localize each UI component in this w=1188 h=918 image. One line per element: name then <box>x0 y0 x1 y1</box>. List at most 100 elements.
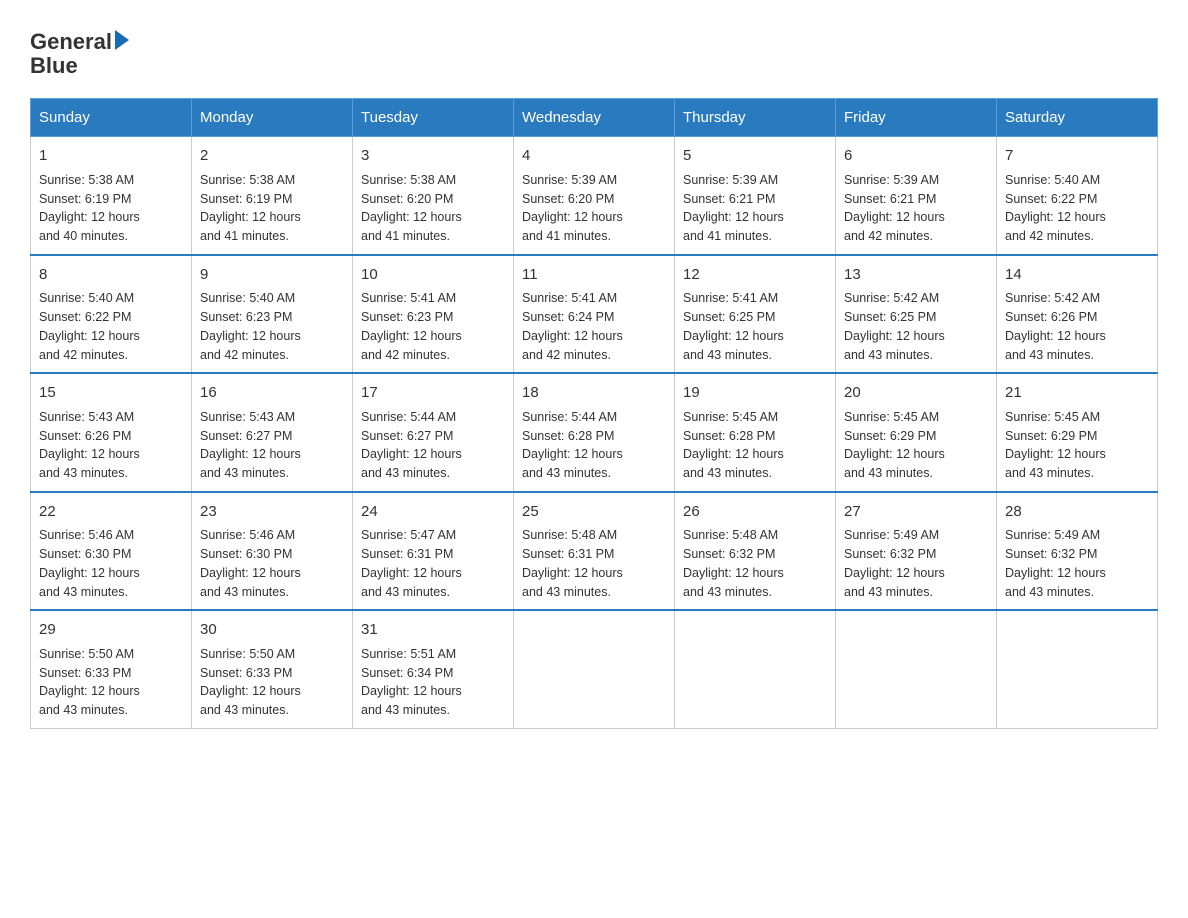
calendar-cell: 18Sunrise: 5:44 AMSunset: 6:28 PMDayligh… <box>514 373 675 492</box>
day-number: 23 <box>200 501 344 524</box>
day-number: 15 <box>39 382 183 405</box>
daylight-minutes: and 42 minutes. <box>39 348 128 362</box>
logo-arrow-icon <box>115 30 129 50</box>
week-row-1: 1Sunrise: 5:38 AMSunset: 6:19 PMDaylight… <box>31 137 1158 255</box>
sunrise-label: Sunrise: 5:38 AM <box>361 173 456 187</box>
calendar-cell <box>514 610 675 728</box>
day-number: 7 <box>1005 145 1149 168</box>
sunrise-label: Sunrise: 5:40 AM <box>39 291 134 305</box>
day-number: 25 <box>522 501 666 524</box>
daylight-label: Daylight: 12 hours <box>1005 210 1106 224</box>
calendar-cell: 10Sunrise: 5:41 AMSunset: 6:23 PMDayligh… <box>353 255 514 374</box>
calendar-cell: 4Sunrise: 5:39 AMSunset: 6:20 PMDaylight… <box>514 137 675 255</box>
daylight-minutes: and 43 minutes. <box>39 703 128 717</box>
sunrise-label: Sunrise: 5:50 AM <box>200 647 295 661</box>
daylight-minutes: and 43 minutes. <box>39 585 128 599</box>
daylight-minutes: and 43 minutes. <box>1005 348 1094 362</box>
sunrise-label: Sunrise: 5:48 AM <box>522 528 617 542</box>
calendar-cell: 21Sunrise: 5:45 AMSunset: 6:29 PMDayligh… <box>997 373 1158 492</box>
sunset-label: Sunset: 6:32 PM <box>1005 547 1097 561</box>
sunrise-label: Sunrise: 5:49 AM <box>844 528 939 542</box>
sunset-label: Sunset: 6:20 PM <box>361 192 453 206</box>
sunset-label: Sunset: 6:26 PM <box>39 429 131 443</box>
calendar-cell: 16Sunrise: 5:43 AMSunset: 6:27 PMDayligh… <box>192 373 353 492</box>
day-number: 19 <box>683 382 827 405</box>
daylight-minutes: and 43 minutes. <box>361 466 450 480</box>
sunset-label: Sunset: 6:33 PM <box>200 666 292 680</box>
sunrise-label: Sunrise: 5:46 AM <box>200 528 295 542</box>
sunset-label: Sunset: 6:21 PM <box>683 192 775 206</box>
day-number: 31 <box>361 619 505 642</box>
calendar-cell: 13Sunrise: 5:42 AMSunset: 6:25 PMDayligh… <box>836 255 997 374</box>
day-number: 3 <box>361 145 505 168</box>
sunset-label: Sunset: 6:28 PM <box>522 429 614 443</box>
sunrise-label: Sunrise: 5:44 AM <box>522 410 617 424</box>
daylight-minutes: and 43 minutes. <box>683 348 772 362</box>
week-row-2: 8 Sunrise: 5:40 AM Sunset: 6:22 PM Daylight… <box>31 255 1158 374</box>
calendar-cell: 1Sunrise: 5:38 AMSunset: 6:19 PMDaylight… <box>31 137 192 255</box>
daylight-label: Daylight: 12 hours <box>39 329 140 343</box>
day-number: 30 <box>200 619 344 642</box>
day-number: 1 <box>39 145 183 168</box>
calendar-header-row: SundayMondayTuesdayWednesdayThursdayFrid… <box>31 99 1158 137</box>
sunset-label: Sunset: 6:23 PM <box>200 310 292 324</box>
daylight-label: Daylight: 12 hours <box>39 566 140 580</box>
day-number: 8 <box>39 264 183 287</box>
day-header-tuesday: Tuesday <box>353 99 514 137</box>
day-number: 9 <box>200 264 344 287</box>
calendar-cell: 7Sunrise: 5:40 AMSunset: 6:22 PMDaylight… <box>997 137 1158 255</box>
daylight-label: Daylight: 12 hours <box>1005 447 1106 461</box>
daylight-minutes: and 43 minutes. <box>200 466 289 480</box>
calendar-cell: 26Sunrise: 5:48 AMSunset: 6:32 PMDayligh… <box>675 492 836 611</box>
daylight-minutes: and 42 minutes. <box>844 229 933 243</box>
daylight-label: Daylight: 12 hours <box>200 566 301 580</box>
sunrise-label: Sunrise: 5:45 AM <box>1005 410 1100 424</box>
calendar-cell: 27Sunrise: 5:49 AMSunset: 6:32 PMDayligh… <box>836 492 997 611</box>
sunrise-label: Sunrise: 5:47 AM <box>361 528 456 542</box>
daylight-label: Daylight: 12 hours <box>39 210 140 224</box>
daylight-minutes: and 41 minutes. <box>361 229 450 243</box>
day-number: 13 <box>844 264 988 287</box>
sunrise-label: Sunrise: 5:40 AM <box>200 291 295 305</box>
calendar-cell: 9Sunrise: 5:40 AMSunset: 6:23 PMDaylight… <box>192 255 353 374</box>
calendar-cell: 29Sunrise: 5:50 AMSunset: 6:33 PMDayligh… <box>31 610 192 728</box>
sunset-label: Sunset: 6:31 PM <box>361 547 453 561</box>
daylight-label: Daylight: 12 hours <box>200 684 301 698</box>
sunrise-label: Sunrise: 5:45 AM <box>683 410 778 424</box>
day-number: 26 <box>683 501 827 524</box>
daylight-label: Daylight: 12 hours <box>522 329 623 343</box>
sunrise-label: Sunrise: 5:50 AM <box>39 647 134 661</box>
day-header-saturday: Saturday <box>997 99 1158 137</box>
sunset-label: Sunset: 6:34 PM <box>361 666 453 680</box>
day-number: 4 <box>522 145 666 168</box>
sunrise-label: Sunrise: 5:45 AM <box>844 410 939 424</box>
daylight-minutes: and 43 minutes. <box>200 703 289 717</box>
calendar-cell: 25Sunrise: 5:48 AMSunset: 6:31 PMDayligh… <box>514 492 675 611</box>
calendar-cell: 5Sunrise: 5:39 AMSunset: 6:21 PMDaylight… <box>675 137 836 255</box>
page-header: General Blue <box>30 30 1158 78</box>
day-number: 6 <box>844 145 988 168</box>
sunrise-label: Sunrise: 5:49 AM <box>1005 528 1100 542</box>
sunset-label: Sunset: 6:22 PM <box>39 310 131 324</box>
calendar-cell: 11Sunrise: 5:41 AMSunset: 6:24 PMDayligh… <box>514 255 675 374</box>
sunrise-label: Sunrise: 5:42 AM <box>1005 291 1100 305</box>
daylight-minutes: and 43 minutes. <box>361 703 450 717</box>
day-number: 12 <box>683 264 827 287</box>
daylight-minutes: and 43 minutes. <box>1005 466 1094 480</box>
sunset-label: Sunset: 6:27 PM <box>361 429 453 443</box>
sunrise-label: Sunrise: 5:41 AM <box>683 291 778 305</box>
sunrise-label: Sunrise: 5:38 AM <box>39 173 134 187</box>
sunset-label: Sunset: 6:28 PM <box>683 429 775 443</box>
daylight-label: Daylight: 12 hours <box>361 210 462 224</box>
day-number: 17 <box>361 382 505 405</box>
calendar-cell: 15Sunrise: 5:43 AMSunset: 6:26 PMDayligh… <box>31 373 192 492</box>
sunset-label: Sunset: 6:23 PM <box>361 310 453 324</box>
daylight-label: Daylight: 12 hours <box>844 566 945 580</box>
day-number: 18 <box>522 382 666 405</box>
daylight-minutes: and 42 minutes. <box>522 348 611 362</box>
sunset-label: Sunset: 6:31 PM <box>522 547 614 561</box>
day-number: 29 <box>39 619 183 642</box>
calendar-cell <box>675 610 836 728</box>
sunrise-label: Sunrise: 5:40 AM <box>1005 173 1100 187</box>
calendar-cell: 17Sunrise: 5:44 AMSunset: 6:27 PMDayligh… <box>353 373 514 492</box>
